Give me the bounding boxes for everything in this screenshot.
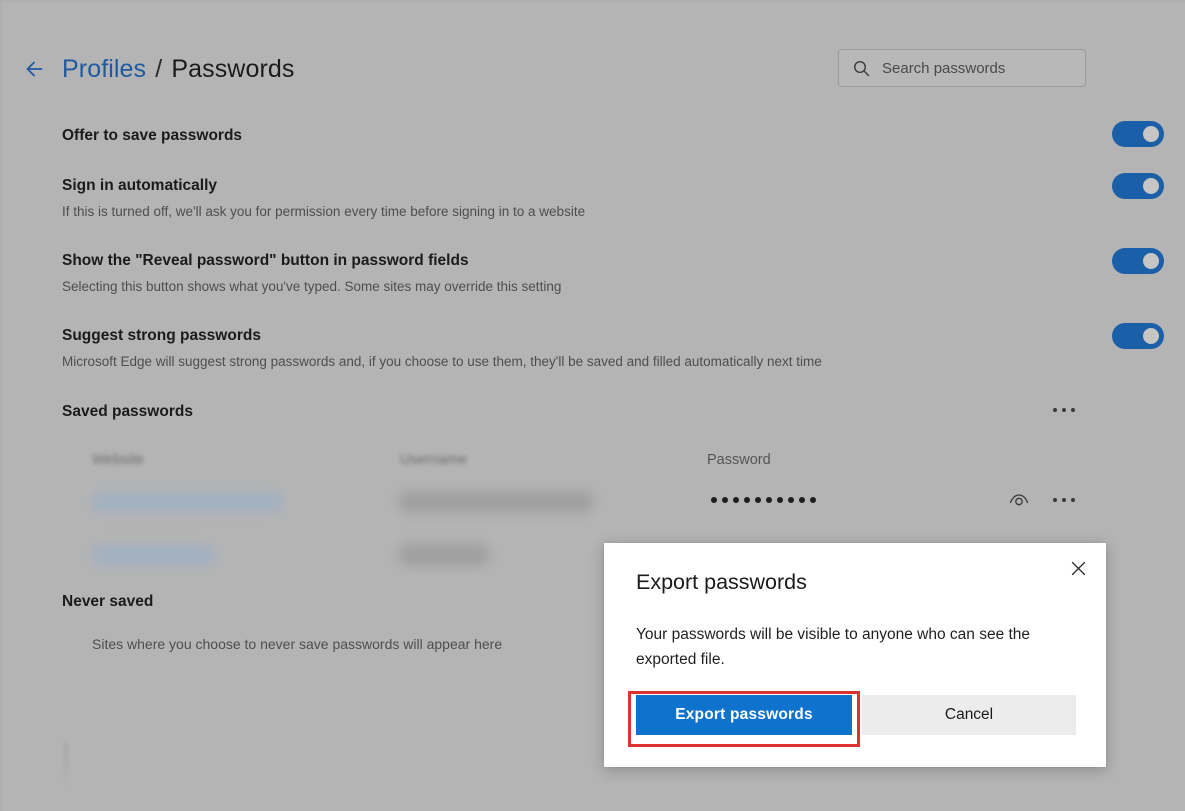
toggle-offer-to-save[interactable] [1112,121,1164,147]
setting-description: If this is turned off, we'll ask you for… [62,204,586,219]
toggle-knob [1143,328,1159,344]
setting-row-offer-to-save: Offer to save passwords [0,121,1185,147]
setting-title: Show the "Reveal password" button in pas… [62,252,469,269]
row-more-options-icon[interactable] [1053,498,1075,502]
page-header: Profiles / Passwords [0,0,1185,110]
setting-title: Suggest strong passwords [62,327,261,344]
toggle-knob [1143,253,1159,269]
search-passwords-box[interactable] [838,49,1086,87]
cancel-button[interactable]: Cancel [862,695,1076,735]
scroll-artifact [64,742,68,788]
toggle-reveal-password-button[interactable] [1112,248,1164,274]
setting-row-suggest-strong-passwords: Suggest strong passwords Microsoft Edge … [0,323,1185,371]
edge-passwords-settings-page: Profiles / Passwords Offer to save passw… [0,0,1185,811]
setting-description: Microsoft Edge will suggest strong passw… [62,354,822,369]
toggle-suggest-strong-passwords[interactable] [1112,323,1164,349]
breadcrumb-separator: / [155,55,163,83]
search-input[interactable] [882,59,1072,77]
setting-description: Selecting this button shows what you've … [62,279,562,294]
setting-row-sign-in-automatically: Sign in automatically If this is turned … [0,173,1185,221]
never-saved-empty-text: Sites where you choose to never save pas… [92,636,503,652]
back-arrow-icon[interactable] [23,55,51,83]
breadcrumb-link-profiles[interactable]: Profiles [62,55,146,83]
toggle-knob [1143,178,1159,194]
setting-title: Offer to save passwords [62,127,243,144]
column-header-username: Username [400,452,467,468]
export-passwords-button[interactable]: Export passwords [636,695,852,735]
setting-row-reveal-password-button: Show the "Reveal password" button in pas… [0,248,1185,296]
dialog-actions: Export passwords Cancel [636,695,1076,735]
cell-username [400,545,488,565]
cell-username [400,492,592,512]
toggle-knob [1143,126,1159,142]
saved-passwords-heading: Saved passwords [62,403,193,420]
column-header-website: Website [92,452,145,468]
reveal-password-eye-icon[interactable] [1008,490,1030,515]
column-header-password: Password [707,452,771,468]
dialog-title: Export passwords [636,570,807,594]
cell-website[interactable] [92,492,282,512]
toggle-sign-in-automatically[interactable] [1112,173,1164,199]
search-icon [853,60,870,77]
setting-title: Sign in automatically [62,177,218,194]
export-passwords-dialog: Export passwords Your passwords will be … [604,543,1106,767]
breadcrumb: Profiles / Passwords [62,52,294,86]
cell-website[interactable] [92,545,214,565]
cell-password-masked [711,497,816,503]
page-title: Passwords [171,55,295,83]
close-icon[interactable] [1062,553,1094,583]
saved-passwords-more-options-icon[interactable] [1053,408,1075,412]
dialog-body-text: Your passwords will be visible to anyone… [636,626,1031,668]
never-saved-heading: Never saved [62,593,154,610]
